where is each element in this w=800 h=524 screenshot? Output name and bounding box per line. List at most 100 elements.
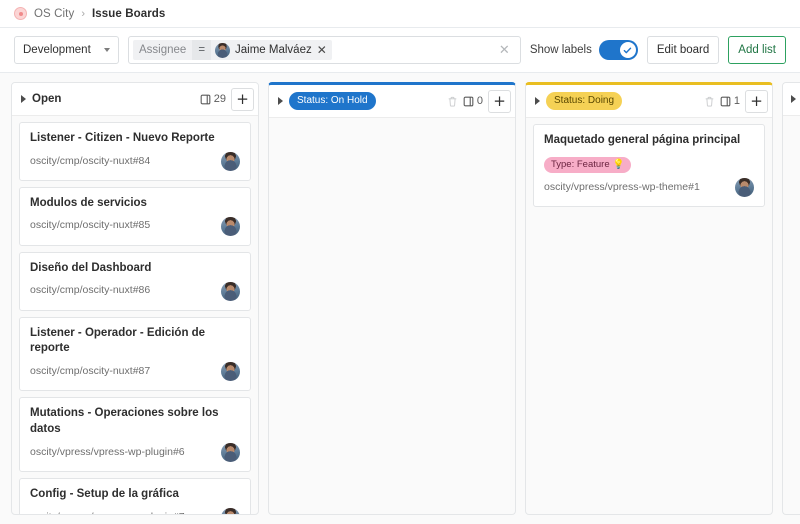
issue-card[interactable]: Listener - Operador - Edición de reporte… [19,316,251,392]
add-issue-button[interactable]: + [488,89,511,113]
issue-card-footer: oscity/cmp/oscity-nuxt#87 [30,362,240,382]
issue-card-footer: oscity/vpress/vpress-wp-plugin#7 [30,507,240,514]
filter-token-value: Jaime Malváez ✕ [211,40,332,60]
list-label-pill: Status: On Hold [289,92,376,110]
show-labels-toggle[interactable] [598,40,638,60]
add-list-button[interactable]: Add list [728,36,786,64]
breadcrumb: OS City › Issue Boards [0,0,800,28]
issue-labels: Type: Feature 💡 [544,154,754,174]
add-list-label: Add list [738,44,776,56]
issue-title: Maquetado general página principal [544,134,741,146]
filter-token-assignee[interactable]: Assignee = Jaime Malváez ✕ [133,40,332,60]
issue-assignee-avatar[interactable] [221,216,240,236]
collapse-list-icon[interactable] [791,95,796,103]
list-title: Open [32,93,62,105]
add-issue-button[interactable]: + [745,89,768,113]
clear-filter-icon[interactable]: ✕ [491,44,518,57]
list-header [783,83,800,116]
issues-icon [463,96,474,106]
issue-card-footer: oscity/vpress/vpress-wp-plugin#6 [30,443,240,463]
board-list-doing: Status: Doing 1 + Maquetado general pági… [525,82,773,515]
edit-board-button[interactable]: Edit board [646,36,720,64]
list-header-actions: 0 + [447,89,511,113]
list-label-pill: Status: Doing [546,92,623,110]
list-header-actions: 29 + [200,87,254,111]
toggle-knob [619,42,636,58]
issue-count: 1 [720,95,740,107]
list-header: Open 29 + [12,83,258,116]
issue-assignee-avatar[interactable] [221,151,240,171]
issue-reference: oscity/vpress/vpress-wp-plugin#7 [30,511,185,514]
list-body[interactable] [783,116,800,514]
issue-assignee-avatar[interactable] [221,281,240,301]
filter-token-key: Assignee [133,40,193,60]
remove-token-icon[interactable]: ✕ [317,44,327,56]
list-header: Status: On Hold 0 + [269,85,515,118]
issue-assignee-avatar[interactable] [221,443,240,463]
issue-assignee-avatar[interactable] [735,178,754,198]
issue-card[interactable]: Maquetado general página principal Type:… [533,124,765,208]
show-labels-label: Show labels [529,44,592,56]
list-header-actions: 1 + [704,89,768,113]
issue-reference: oscity/cmp/oscity-nuxt#84 [30,154,151,167]
collapse-list-icon[interactable] [278,97,283,105]
issue-count: 29 [200,93,226,105]
issue-title: Diseño del Dashboard [30,261,152,274]
project-avatar-icon [14,7,27,20]
issue-title: Config - Setup de la gráfica [30,488,179,501]
lightbulb-icon: 💡 [612,158,625,170]
issue-reference: oscity/cmp/oscity-nuxt#85 [30,219,151,232]
filter-token-value-text: Jaime Malváez [235,44,312,56]
filter-search-bar[interactable]: Assignee = Jaime Malváez ✕ ✕ [128,36,521,64]
issue-reference: oscity/vpress/vpress-wp-theme#1 [544,180,700,193]
issue-card-footer: oscity/cmp/oscity-nuxt#86 [30,281,240,301]
milestone-select-value: Development [23,44,91,56]
issue-card-footer: oscity/vpress/vpress-wp-theme#1 [544,178,754,198]
milestone-select[interactable]: Development [14,36,119,64]
issue-title: Listener - Citizen - Nuevo Reporte [30,132,215,144]
issue-card[interactable]: Listener - Citizen - Nuevo Reporte oscit… [19,122,251,181]
trash-icon [448,96,457,106]
issue-card[interactable]: Mutations - Operaciones sobre los datos … [19,397,251,473]
issue-count-value: 29 [213,93,226,105]
issue-title: Listener - Operador - Edición de reporte [30,326,206,355]
issue-card[interactable]: Modulos de servicios oscity/cmp/oscity-n… [19,186,251,246]
edit-board-label: Edit board [656,44,710,56]
breadcrumb-project-link[interactable]: OS City [34,8,74,20]
issue-card[interactable]: Config - Setup de la gráfica oscity/vpre… [19,478,251,514]
chevron-down-icon [104,48,110,52]
issue-card[interactable]: Diseño del Dashboard oscity/cmp/oscity-n… [19,251,251,311]
list-body[interactable]: Maquetado general página principal Type:… [526,118,772,514]
breadcrumb-separator-icon: › [81,7,85,20]
issue-assignee-avatar[interactable] [221,362,240,382]
issue-count-value: 0 [476,95,483,107]
delete-list-button[interactable] [704,96,715,107]
issue-title: Mutations - Operaciones sobre los datos [30,407,219,436]
delete-list-button[interactable] [447,96,458,107]
collapse-list-icon[interactable] [535,97,540,105]
check-icon [623,47,632,53]
add-issue-button[interactable]: + [231,87,254,111]
issue-title: Modulos de servicios [30,196,147,209]
issue-label-text: Type: Feature [551,158,610,170]
board-list-on-hold: Status: On Hold 0 + [268,82,516,515]
list-body[interactable]: Listener - Citizen - Nuevo Reporte oscit… [12,116,258,514]
board-toolbar: Development Assignee = Jaime Malváez ✕ ✕… [0,28,800,73]
issues-icon [200,94,211,104]
issue-assignee-avatar[interactable] [221,507,240,514]
issue-count: 0 [463,95,483,107]
list-body[interactable] [269,118,515,514]
issue-reference: oscity/vpress/vpress-wp-plugin#6 [30,445,185,458]
breadcrumb-current-page: Issue Boards [92,7,166,20]
board-list-next-partial [782,82,800,515]
issue-label[interactable]: Type: Feature 💡 [544,156,632,174]
list-header: Status: Doing 1 + [526,85,772,118]
collapse-list-icon[interactable] [21,95,26,103]
issue-count-value: 1 [733,95,740,107]
filter-token-operator: = [192,40,212,60]
issue-reference: oscity/cmp/oscity-nuxt#86 [30,284,151,297]
issue-card-footer: oscity/cmp/oscity-nuxt#85 [30,216,240,236]
issue-reference: oscity/cmp/oscity-nuxt#87 [30,364,151,377]
issues-icon [720,96,731,106]
assignee-avatar [215,42,231,58]
